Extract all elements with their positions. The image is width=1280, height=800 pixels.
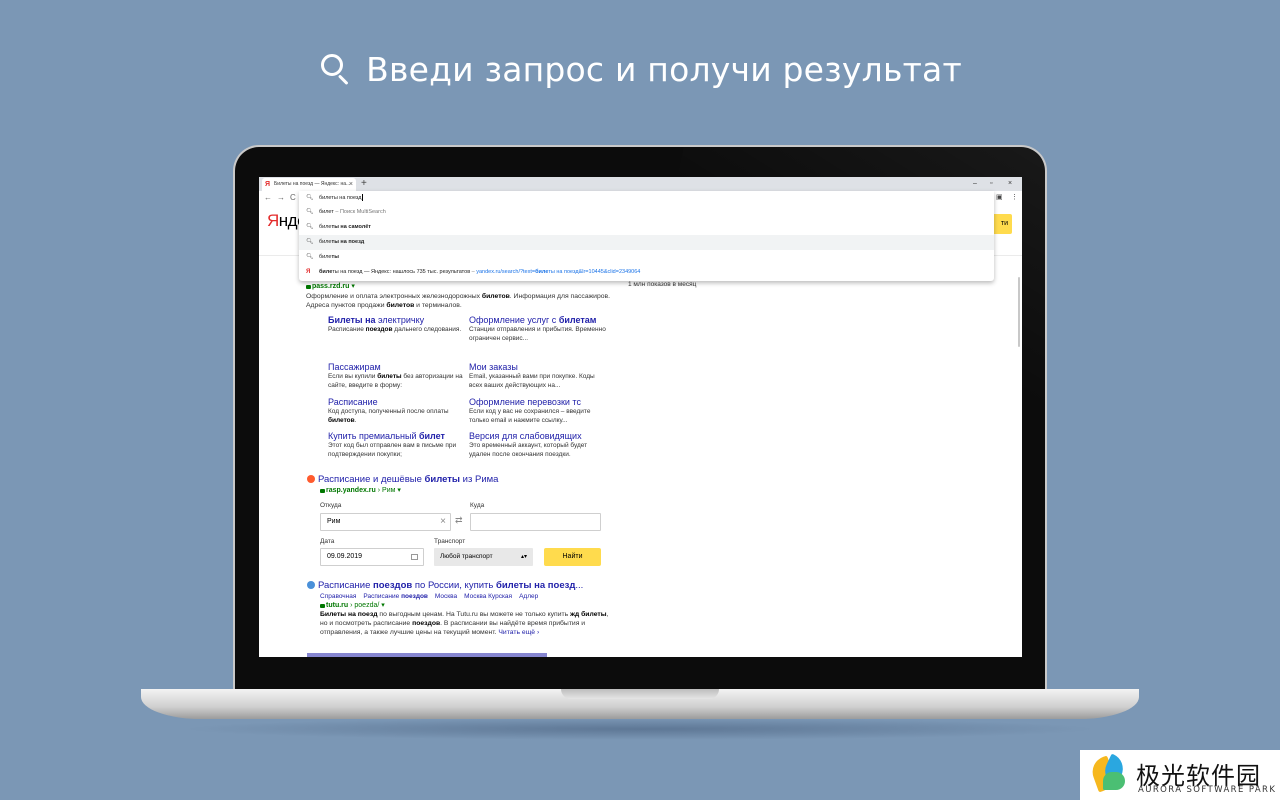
yandex-favicon-icon: Я xyxy=(265,181,271,188)
read-more-link[interactable]: Читать ещё › xyxy=(498,629,539,636)
laptop-screen: Я Билеты на поезд — Яндекс: на... × + – … xyxy=(259,177,1022,657)
back-button[interactable]: ← xyxy=(264,191,272,205)
swap-icon[interactable]: ⇄ xyxy=(455,515,463,526)
omnibox-suggestion[interactable]: 🔍︎ билеты xyxy=(299,250,994,265)
lock-icon xyxy=(306,285,311,289)
result-domain[interactable]: tutu.ru › poezda/ ▾ xyxy=(320,601,637,609)
sitelink[interactable]: Мои заказы Email, указанный вами при пок… xyxy=(469,362,607,390)
breadcrumb-link[interactable]: Расписание поездов xyxy=(363,593,428,600)
omnibox-dropdown: 🔍︎ билеты на поезд 🔍︎ билет – Поиск MultiS… xyxy=(299,191,994,281)
clear-icon[interactable]: × xyxy=(440,514,446,530)
yandex-icon: Я xyxy=(306,269,311,275)
aurora-logo-icon xyxy=(1088,753,1129,794)
watermark-en: AURORA SOFTWARE PARK xyxy=(1138,785,1277,795)
breadcrumb-link[interactable]: Справочная xyxy=(320,593,356,600)
scrollbar[interactable] xyxy=(1018,277,1020,347)
omnibox-suggestion[interactable]: 🔍︎ билет – Поиск MultiSearch xyxy=(299,205,994,220)
sitelink[interactable]: Пассажирам Если вы купили билеты без авт… xyxy=(328,362,466,390)
result-tutu: Расписание поездов по России, купить бил… xyxy=(307,580,637,637)
calendar-icon[interactable] xyxy=(411,554,418,560)
result-snippet: Оформление и оплата электронных железнод… xyxy=(306,293,611,309)
search-icon: 🔍︎ xyxy=(306,254,314,260)
breadcrumb-link[interactable]: Москва xyxy=(435,593,457,600)
headline: Введи запрос и получи результат xyxy=(0,50,1280,89)
result-domain[interactable]: rasp.yandex.ru › Рим ▾ xyxy=(320,486,617,494)
transport-select[interactable]: Любой транспорт ▴▾ xyxy=(434,548,533,566)
omnibox-suggestion-highlighted[interactable]: 🔍︎ билеты на поезд xyxy=(299,235,994,250)
address-bar-value: билеты на поезд xyxy=(319,195,362,201)
result-title[interactable]: Расписание поездов по России, купить бил… xyxy=(307,580,637,592)
search-icon: 🔍︎ xyxy=(306,239,314,245)
to-input[interactable] xyxy=(470,513,601,531)
transport-label: Транспорт xyxy=(434,538,466,545)
date-input[interactable]: 09.09.2019 xyxy=(320,548,424,566)
omnibox-yandex-result[interactable]: Ябилеты на поезд — Яндекс: нашлось 735 т… xyxy=(299,265,994,280)
extension-icon[interactable]: ▣ xyxy=(996,191,1003,205)
rasp-favicon-icon xyxy=(307,475,315,483)
from-label: Откуда xyxy=(320,502,342,509)
search-icon: 🔍︎ xyxy=(306,224,314,230)
breadcrumb-link[interactable]: Москва Курская xyxy=(464,593,512,600)
sitelink[interactable]: Купить премиальный билет Этот код был от… xyxy=(328,431,466,459)
sitelink[interactable]: Оформление перевозки тс Если код у вас н… xyxy=(469,397,607,425)
sitelink[interactable]: Расписание Код доступа, полученный после… xyxy=(328,397,466,425)
sitelink[interactable]: Билеты на электричку Расписание поездов … xyxy=(328,315,466,335)
lock-icon xyxy=(320,604,325,608)
tab-title: Билеты на поезд — Яндекс: на... xyxy=(274,181,351,187)
maximize-button[interactable]: ▫ xyxy=(990,177,992,190)
menu-icon[interactable]: ⋮ xyxy=(1011,191,1018,205)
to-label: Куда xyxy=(470,502,485,509)
laptop-shadow xyxy=(180,718,1100,740)
reload-button[interactable]: C xyxy=(290,191,296,205)
result-rzd: pass.rzd.ru ▾ Оформление и оплата электр… xyxy=(306,282,616,310)
tutu-favicon-icon xyxy=(307,581,315,589)
browser-tab-bar: Я Билеты на поезд — Яндекс: на... × + – … xyxy=(259,177,1022,191)
address-bar-input[interactable]: 🔍︎ билеты на поезд xyxy=(299,191,994,205)
result-rasp: Расписание и дешёвые билеты из Рима rasp… xyxy=(307,474,617,494)
close-window-button[interactable]: × xyxy=(1008,177,1012,190)
result-snippet: Билеты на поезд по выгодным ценам. На Tu… xyxy=(320,611,609,636)
headline-text: Введи запрос и получи результат xyxy=(366,50,962,89)
new-tab-button[interactable]: + xyxy=(361,177,367,191)
ad-monthly-impressions: 1 млн показов в месяц xyxy=(628,281,697,288)
breadcrumb-link[interactable]: Адлер xyxy=(519,593,538,600)
forward-button[interactable]: → xyxy=(277,191,285,205)
result-title[interactable]: Расписание и дешёвые билеты из Рима xyxy=(307,474,617,486)
date-label: Дата xyxy=(320,538,335,545)
minimize-button[interactable]: – xyxy=(973,177,977,190)
search-icon: 🔍︎ xyxy=(306,195,314,201)
find-button[interactable]: Найти xyxy=(544,548,601,566)
search-icon xyxy=(318,52,352,86)
result-domain[interactable]: pass.rzd.ru ▾ xyxy=(306,282,616,290)
sitelink[interactable]: Оформление услуг с билетам Станции отпра… xyxy=(469,315,607,343)
from-input[interactable]: Рим × xyxy=(320,513,451,531)
result-breadcrumbs: Справочная Расписание поездов Москва Москва… xyxy=(320,592,637,601)
laptop-notch xyxy=(561,689,719,699)
sitelink[interactable]: Версия для слабовидящих Это временный ак… xyxy=(469,431,607,459)
select-arrows-icon: ▴▾ xyxy=(520,554,527,560)
search-icon: 🔍︎ xyxy=(306,209,314,215)
lock-icon xyxy=(320,489,325,493)
aurora-watermark: 极光软件园 AURORA SOFTWARE PARK xyxy=(1080,750,1280,800)
browser-tab[interactable]: Я Билеты на поезд — Яндекс: на... × xyxy=(262,178,356,191)
omnibox-suggestion[interactable]: 🔍︎ билеты на самолёт xyxy=(299,220,994,235)
tab-close-icon[interactable]: × xyxy=(349,178,353,191)
next-result-partial xyxy=(307,653,547,657)
